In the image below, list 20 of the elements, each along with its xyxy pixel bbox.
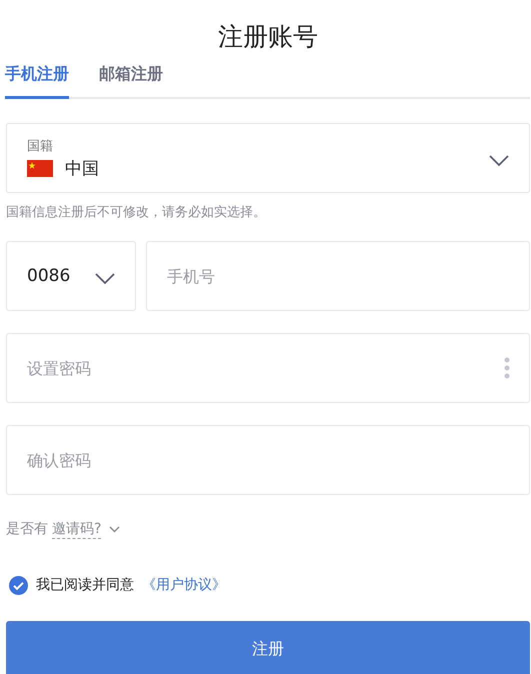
hint-text: 国籍信息注册后不可修改，请务必如实选择。 bbox=[6, 204, 267, 222]
selected-value: 中国 bbox=[65, 158, 99, 180]
tab[interactable]: 邮箱注册 bbox=[99, 62, 163, 99]
register-button[interactable]: 注册 bbox=[6, 621, 530, 674]
nationality-select[interactable]: 国籍 中国 bbox=[6, 123, 530, 193]
country-code-select[interactable]: 0086 bbox=[6, 241, 136, 311]
field-label: 国籍 bbox=[27, 138, 54, 154]
vertical-dots-icon bbox=[504, 357, 510, 379]
invite-question: 是否有 bbox=[6, 520, 48, 539]
page-title: 注册账号 bbox=[217, 21, 319, 53]
phone-input[interactable]: 手机号 bbox=[146, 241, 530, 311]
chevron-down-icon bbox=[109, 526, 120, 532]
user-agreement-link[interactable]: 《用户协议》 bbox=[142, 575, 226, 595]
confirm-password-input[interactable]: 确认密码 bbox=[6, 425, 530, 495]
tab[interactable]: 手机注册 bbox=[5, 62, 69, 99]
agreement-text: 我已阅读并同意 bbox=[36, 576, 134, 595]
flag-icon bbox=[27, 160, 53, 176]
password-input[interactable]: 设置密码 bbox=[6, 333, 530, 403]
invite-code-link[interactable]: 邀请码? bbox=[52, 520, 102, 538]
checkbox[interactable] bbox=[9, 576, 28, 594]
